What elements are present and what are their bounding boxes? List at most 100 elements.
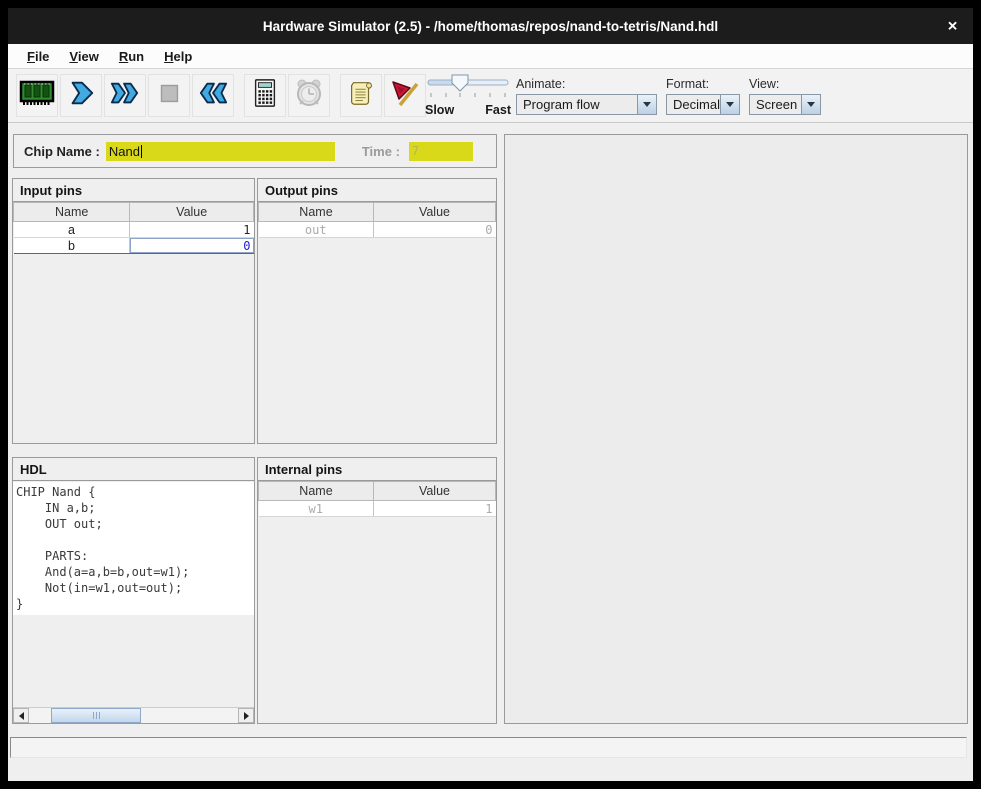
hdl-title: HDL [13,458,254,481]
toolbar: Slow Fast Animate: Program flow Format: … [8,69,973,123]
input-pins-panel: Input pins Name Value a 1 b 0 [12,178,255,444]
format-selected-value: Decimal [667,95,720,114]
internal-pins-table: Name Value w1 1 [258,481,496,517]
column-header-name: Name [259,203,374,222]
input-pins-title: Input pins [13,179,254,202]
time-label: Time : [362,144,400,159]
format-select[interactable]: Decimal [666,94,740,115]
chip-name-input[interactable]: Nand [106,142,335,161]
view-dropdown-group: View: Screen [749,77,821,115]
triangle-left-icon [19,712,24,720]
run-button[interactable] [104,74,146,117]
table-row: out 0 [259,222,496,238]
grip-icon [93,712,94,719]
column-header-value: Value [373,203,495,222]
chevron-right-icon [66,78,96,113]
single-step-button[interactable] [60,74,102,117]
menu-bar: File View Run Help [8,44,973,69]
format-dropdown-group: Format: Decimal [666,77,740,115]
pin-value-a[interactable]: 1 [130,222,254,238]
scroll-icon [346,77,376,114]
hdl-horizontal-scrollbar [13,707,254,723]
format-label: Format: [666,77,740,91]
status-bar [10,737,967,758]
column-header-name: Name [259,482,374,501]
scrollbar-thumb[interactable] [51,708,141,723]
column-header-value: Value [130,203,254,222]
table-row: a 1 [14,222,254,238]
reset-button[interactable] [192,74,234,117]
output-pins-panel: Output pins Name Value out 0 [257,178,497,444]
scroll-right-button[interactable] [238,708,254,723]
toolbar-spacer [236,74,242,117]
slider-thumb[interactable] [452,75,468,91]
toolbar-dropdowns: Animate: Program flow Format: Decimal Vi… [516,77,821,115]
output-pins-table: Name Value out 0 [258,202,496,238]
toolbar-buttons [16,74,426,117]
view-gates-button[interactable] [384,74,426,117]
calculator-icon [250,77,280,114]
column-header-value: Value [373,482,495,501]
clock-tick-button [288,74,330,117]
paintbrush-icon [389,77,421,114]
double-chevron-left-icon [197,78,229,113]
scroll-left-button[interactable] [13,708,29,723]
memory-chip-icon [19,78,55,113]
chevron-down-icon [726,102,734,107]
speed-slider[interactable] [425,74,511,98]
slider-fast-label: Fast [485,103,511,117]
view-dropdown-button[interactable] [801,95,820,114]
pin-name-out: out [259,222,374,238]
animate-select[interactable]: Program flow [516,94,657,115]
pin-value-b[interactable]: 0 [130,238,254,254]
hardware-simulator-window: Hardware Simulator (2.5) - /home/thomas/… [8,8,973,781]
view-select[interactable]: Screen [749,94,821,115]
triangle-right-icon [244,712,249,720]
format-dropdown-button[interactable] [720,95,739,114]
time-field: 7 [409,142,473,161]
alarm-clock-icon [293,77,325,114]
menu-help[interactable]: Help [154,46,202,67]
eval-button[interactable] [244,74,286,117]
pin-name-w1: w1 [259,501,374,517]
double-chevron-right-icon [109,78,141,113]
title-bar: Hardware Simulator (2.5) - /home/thomas/… [8,8,973,44]
animate-label: Animate: [516,77,657,91]
main-content: Chip Name : Nand Time : 7 Input pins Nam… [8,123,973,781]
view-selected-value: Screen [750,95,801,114]
internal-pins-panel: Internal pins Name Value w1 1 [257,457,497,724]
view-hdl-button[interactable] [340,74,382,117]
slider-slow-label: Slow [425,103,454,117]
view-label: View: [749,77,821,91]
animate-dropdown-button[interactable] [637,95,656,114]
text-caret [141,145,142,158]
hdl-panel: HDL CHIP Nand { IN a,b; OUT out; PARTS: … [12,457,255,724]
grip-icon [99,712,100,719]
stop-square-icon [154,78,184,113]
chevron-down-icon [807,102,815,107]
pin-name-a: a [14,222,130,238]
time-value: 7 [412,144,419,158]
input-pins-table: Name Value a 1 b 0 [13,202,254,254]
window-title: Hardware Simulator (2.5) - /home/thomas/… [263,19,718,34]
internal-pins-title: Internal pins [258,458,496,481]
menu-file[interactable]: File [17,46,59,67]
hdl-code-view[interactable]: CHIP Nand { IN a,b; OUT out; PARTS: And(… [13,482,254,615]
menu-run[interactable]: Run [109,46,154,67]
pin-value-w1: 1 [373,501,495,517]
chip-name-value: Nand [109,144,140,159]
chip-name-bar: Chip Name : Nand Time : 7 [13,134,497,168]
scrollbar-track [29,708,238,723]
screen-view-panel [504,134,968,724]
animate-dropdown-group: Animate: Program flow [516,77,657,115]
chip-name-label: Chip Name : [24,144,100,159]
stop-button [148,74,190,117]
pin-value-out: 0 [373,222,495,238]
toolbar-spacer [332,74,338,117]
menu-view[interactable]: View [59,46,108,67]
load-chip-button[interactable] [16,74,58,117]
close-icon[interactable]: ✕ [947,20,958,33]
column-header-name: Name [14,203,130,222]
grip-icon [96,712,97,719]
table-row: w1 1 [259,501,496,517]
